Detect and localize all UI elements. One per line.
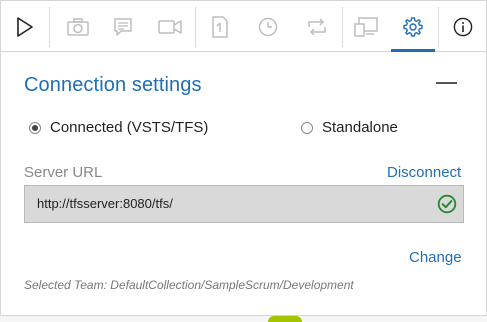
timeline-button[interactable] — [245, 1, 291, 52]
toolbar — [0, 0, 487, 52]
radio-standalone[interactable]: Standalone — [301, 119, 398, 136]
comment-icon — [113, 17, 133, 37]
play-icon — [16, 16, 34, 37]
radio-connected[interactable]: Connected (VSTS/TFS) — [29, 119, 208, 136]
background-shape — [268, 316, 302, 322]
toolbar-separator — [49, 7, 50, 47]
radio-selected-indicator — [29, 121, 41, 134]
check-circle-icon — [437, 194, 457, 219]
disconnect-link[interactable]: Disconnect — [387, 164, 461, 181]
clock-icon — [258, 17, 278, 37]
loop-icon — [306, 17, 328, 37]
bug-report-button[interactable] — [197, 1, 243, 52]
panel-title: Connection settings — [24, 74, 202, 96]
camera-icon — [67, 17, 89, 36]
info-button[interactable] — [439, 1, 487, 52]
screenshot-button[interactable] — [56, 1, 100, 52]
radio-standalone-label: Standalone — [322, 119, 398, 136]
radio-unselected-indicator — [301, 121, 313, 134]
server-url-value: http://tfsserver:8080/tfs/ — [37, 196, 173, 211]
toolbar-separator — [195, 7, 196, 47]
info-icon — [453, 17, 473, 37]
change-link[interactable]: Change — [409, 249, 462, 266]
repeat-button[interactable] — [293, 1, 341, 52]
server-url-label: Server URL — [24, 164, 103, 181]
radio-connected-label: Connected (VSTS/TFS) — [50, 119, 209, 136]
record-video-button[interactable] — [147, 1, 193, 52]
document-icon — [212, 15, 228, 38]
selected-team-text: Selected Team: DefaultCollection/SampleS… — [24, 278, 354, 292]
collapse-button[interactable] — [436, 82, 457, 84]
settings-button[interactable] — [391, 1, 435, 52]
note-button[interactable] — [101, 1, 145, 52]
connection-settings-panel: Connection settings Connected (VSTS/TFS)… — [0, 52, 487, 316]
play-button[interactable] — [1, 1, 49, 52]
devices-button[interactable] — [343, 1, 389, 52]
video-icon — [158, 19, 182, 35]
devices-icon — [354, 16, 378, 37]
server-url-field[interactable]: http://tfsserver:8080/tfs/ — [24, 185, 464, 223]
gear-icon — [403, 16, 423, 37]
